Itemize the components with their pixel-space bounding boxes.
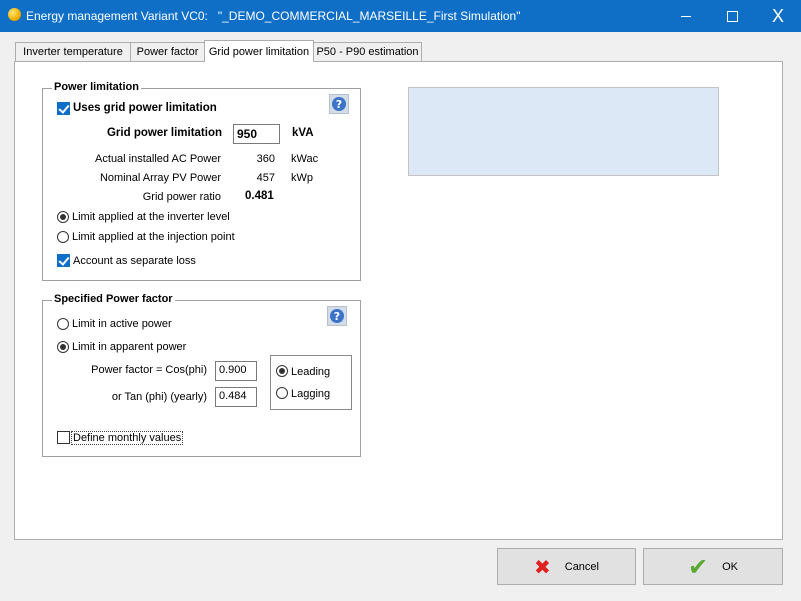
grid-limit-unit: kVA bbox=[292, 127, 314, 139]
ok-label: OK bbox=[722, 560, 738, 573]
close-icon: X bbox=[771, 5, 784, 26]
monthly-values-checkbox[interactable] bbox=[57, 431, 70, 444]
ac-power-label: Actual installed AC Power bbox=[95, 153, 221, 165]
ratio-value: 0.481 bbox=[245, 190, 274, 202]
cos-phi-input[interactable]: 0.900 bbox=[215, 361, 257, 381]
leading-radio[interactable] bbox=[276, 365, 288, 377]
window-title: Energy management Variant VC0: "_DEMO_CO… bbox=[26, 9, 521, 23]
separate-loss-label: Account as separate loss bbox=[73, 255, 196, 267]
leading-label: Leading bbox=[291, 366, 331, 378]
grid-limit-label: Grid power limitation bbox=[106, 127, 222, 139]
app-sun-icon bbox=[8, 8, 21, 21]
minimize-button[interactable] bbox=[663, 0, 709, 32]
maximize-icon bbox=[726, 10, 738, 22]
title-bar: Energy management Variant VC0: "_DEMO_CO… bbox=[0, 0, 801, 32]
red-x-icon: ✖ bbox=[533, 554, 551, 579]
active-power-label: Limit in active power bbox=[72, 318, 172, 330]
ac-power-value: 360 bbox=[256, 153, 275, 165]
power-limitation-group bbox=[42, 88, 361, 281]
limit-inverter-radio[interactable] bbox=[57, 211, 69, 223]
power-limitation-help-button[interactable]: ? bbox=[329, 94, 349, 114]
grid-limit-input[interactable]: 950 bbox=[233, 124, 280, 144]
ok-button[interactable]: ✔ OK bbox=[643, 548, 783, 585]
cancel-label: Cancel bbox=[564, 560, 599, 573]
tan-phi-label: or Tan (phi) (yearly) bbox=[111, 391, 207, 403]
limit-injection-label: Limit applied at the injection point bbox=[72, 231, 235, 243]
info-panel bbox=[408, 87, 719, 176]
power-factor-title: Specified Power factor bbox=[52, 293, 175, 305]
lagging-label: Lagging bbox=[291, 388, 331, 400]
ratio-label: Grid power ratio bbox=[142, 191, 221, 203]
tan-phi-input[interactable]: 0.484 bbox=[215, 387, 257, 407]
tab-p50-p90-estimation[interactable]: P50 - P90 estimation bbox=[313, 42, 422, 61]
cancel-button[interactable]: ✖ Cancel bbox=[497, 548, 636, 585]
minimize-icon bbox=[681, 15, 691, 17]
help-icon: ? bbox=[330, 309, 344, 323]
maximize-button[interactable] bbox=[709, 0, 755, 32]
apparent-power-label: Limit in apparent power bbox=[72, 341, 187, 353]
limit-injection-radio[interactable] bbox=[57, 231, 69, 243]
pv-power-unit: kWp bbox=[291, 172, 313, 184]
apparent-power-radio[interactable] bbox=[57, 341, 69, 353]
power-limitation-title: Power limitation bbox=[52, 81, 141, 93]
ac-power-unit: kWac bbox=[291, 153, 319, 165]
monthly-values-label: Define monthly values bbox=[70, 431, 184, 445]
tab-grid-power-limitation[interactable]: Grid power limitation bbox=[204, 40, 314, 62]
help-icon: ? bbox=[332, 97, 346, 111]
lagging-radio[interactable] bbox=[276, 387, 288, 399]
separate-loss-checkbox[interactable] bbox=[57, 254, 70, 267]
close-button[interactable]: X bbox=[755, 0, 801, 32]
pv-power-label: Nominal Array PV Power bbox=[99, 172, 221, 184]
tab-power-factor[interactable]: Power factor bbox=[130, 42, 205, 61]
uses-grid-limitation-label: Uses grid power limitation bbox=[73, 102, 217, 114]
green-check-icon: ✔ bbox=[687, 552, 709, 581]
uses-grid-limitation-checkbox[interactable] bbox=[57, 102, 70, 115]
leading-lagging-box bbox=[270, 355, 352, 410]
pv-power-value: 457 bbox=[256, 172, 275, 184]
limit-inverter-label: Limit applied at the inverter level bbox=[72, 211, 230, 223]
active-power-radio[interactable] bbox=[57, 318, 69, 330]
power-factor-help-button[interactable]: ? bbox=[327, 306, 347, 326]
cos-phi-label: Power factor = Cos(phi) bbox=[91, 364, 207, 376]
tab-inverter-temperature[interactable]: Inverter temperature bbox=[15, 42, 131, 61]
